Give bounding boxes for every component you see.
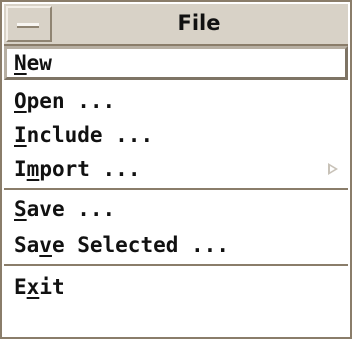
menu-item-save-selected[interactable]: Save Selected ... [4,228,348,262]
menu-item-label-suffix: port ... [39,157,141,181]
menu-item-new[interactable]: New [4,46,348,80]
menu-item-save[interactable]: Save ... [4,192,348,226]
menu-item-mnemonic: O [14,89,27,113]
menu-item-label-prefix: E [14,275,27,299]
window-menu-button[interactable] [6,6,52,42]
menu-item-label-suffix: pen ... [26,89,116,113]
menu-separator [4,188,348,190]
submenu-arrow-icon [328,163,338,175]
menu-item-label-prefix: Sa [14,233,40,257]
menu-item-label-suffix: it [39,275,65,299]
menu-item-label-prefix: I [14,157,27,181]
menu-item-mnemonic: S [14,197,27,221]
window-menu-dash-icon [17,23,39,26]
menu-item-label-suffix: e Selected ... [51,233,229,257]
menu-item-label-suffix: ew [26,51,52,75]
title-bar: File [4,4,348,46]
menu-item-mnemonic: m [26,157,40,181]
menu-item-mnemonic: N [14,51,27,75]
menu-item-mnemonic: x [26,275,40,299]
menu-item-exit[interactable]: Exit [4,270,348,304]
menu-item-mnemonic: v [39,233,52,257]
menu-item-label-suffix: nclude ... [26,123,154,147]
menu-item-open[interactable]: Open ... [4,84,348,118]
menu-item-mnemonic: I [14,123,27,147]
menu-body: New Open ... Include ... Import ... Save… [4,46,348,336]
window-title: File [177,11,221,35]
menu-separator [4,264,348,266]
file-menu-window: File New Open ... Include ... Import ...… [0,0,352,339]
menu-item-import[interactable]: Import ... [4,152,348,186]
menu-item-include[interactable]: Include ... [4,118,348,152]
menu-item-label-suffix: ave ... [26,197,116,221]
